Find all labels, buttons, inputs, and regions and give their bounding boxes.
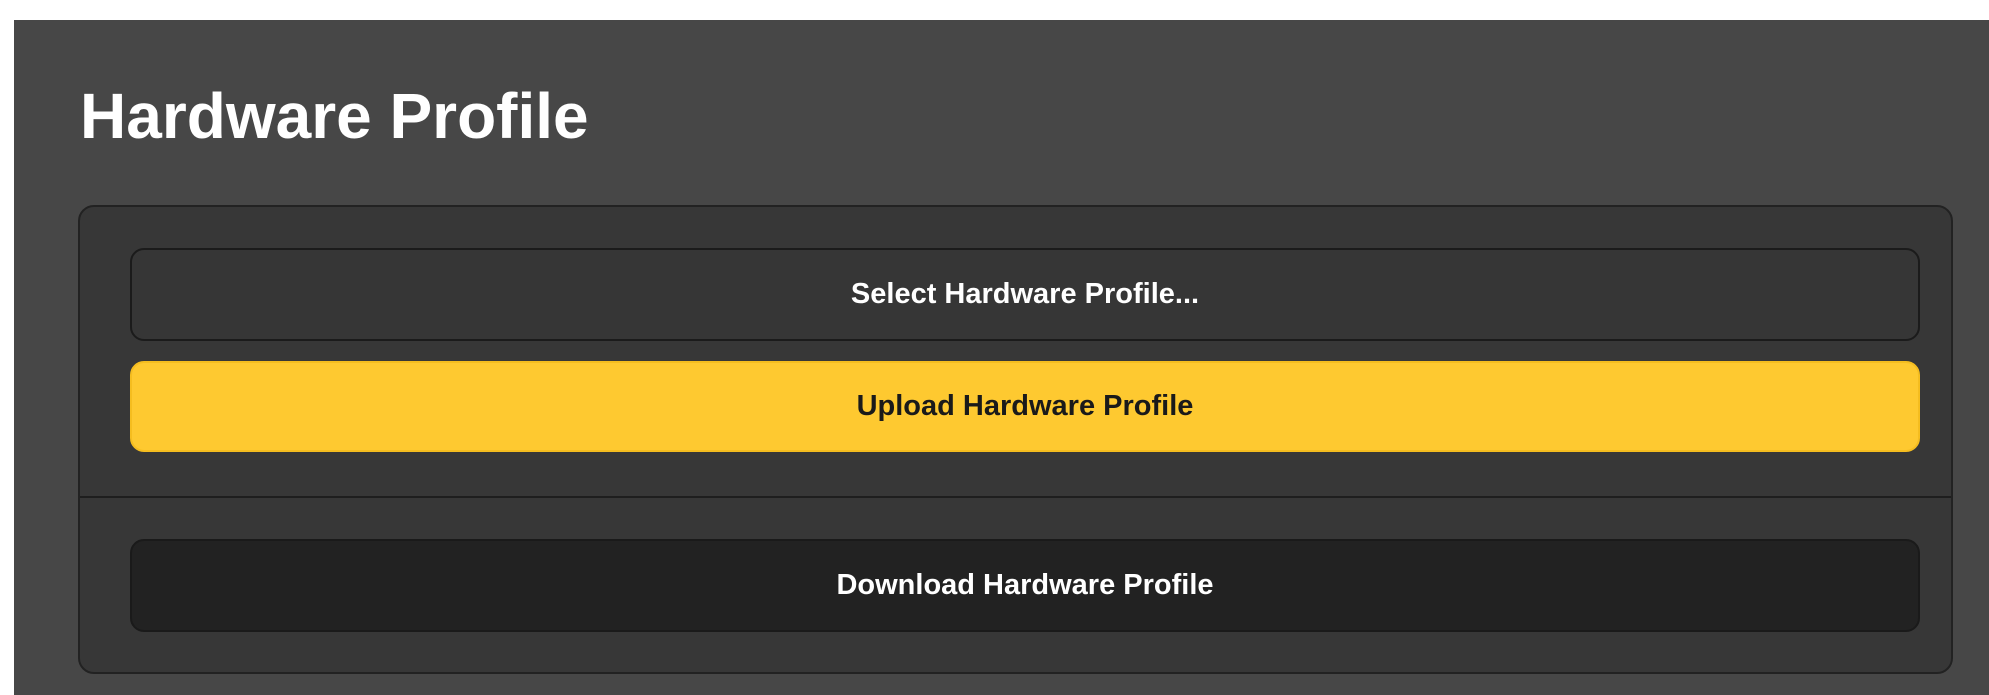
page-title: Hardware Profile [80, 80, 589, 152]
select-hardware-profile-label: Select Hardware Profile... [850, 278, 1200, 310]
panel-divider [80, 496, 1951, 498]
select-hardware-profile-button[interactable]: Select Hardware Profile... [130, 248, 1920, 341]
download-hardware-profile-button[interactable]: Download Hardware Profile [130, 539, 1920, 632]
download-hardware-profile-label: Download Hardware Profile [836, 569, 1214, 601]
hardware-profile-panel: Select Hardware Profile... Upload Hardwa… [78, 205, 1953, 674]
upload-hardware-profile-button[interactable]: Upload Hardware Profile [130, 361, 1920, 452]
hardware-profile-screen: Hardware Profile Select Hardware Profile… [14, 20, 1989, 695]
upload-hardware-profile-label: Upload Hardware Profile [856, 390, 1194, 422]
